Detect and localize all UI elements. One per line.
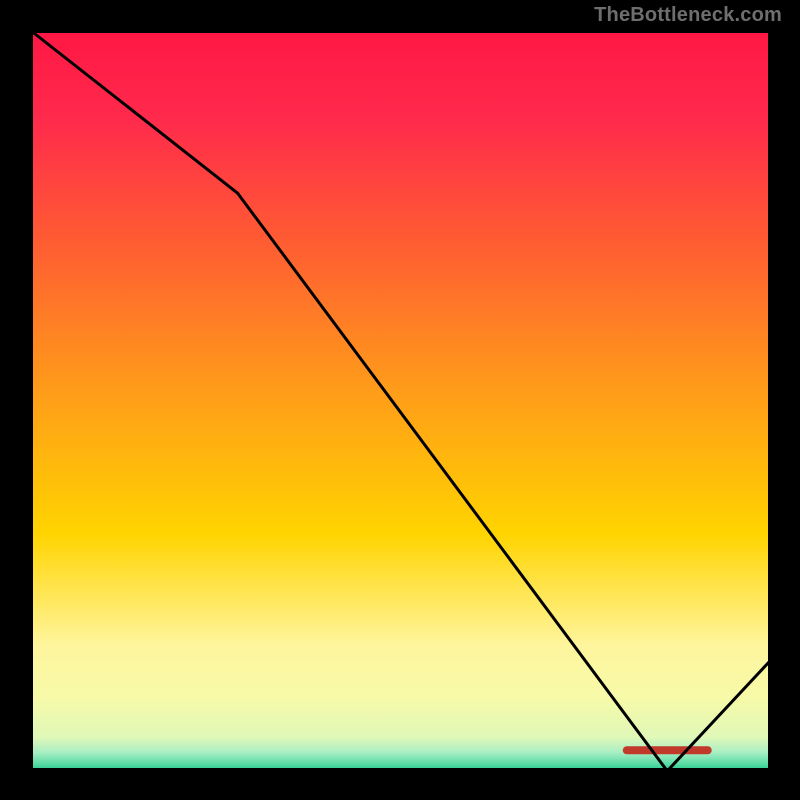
marker-band xyxy=(623,746,712,754)
chart-container: TheBottleneck.com xyxy=(0,0,800,800)
plot-background xyxy=(30,30,771,771)
chart-svg xyxy=(0,0,800,800)
